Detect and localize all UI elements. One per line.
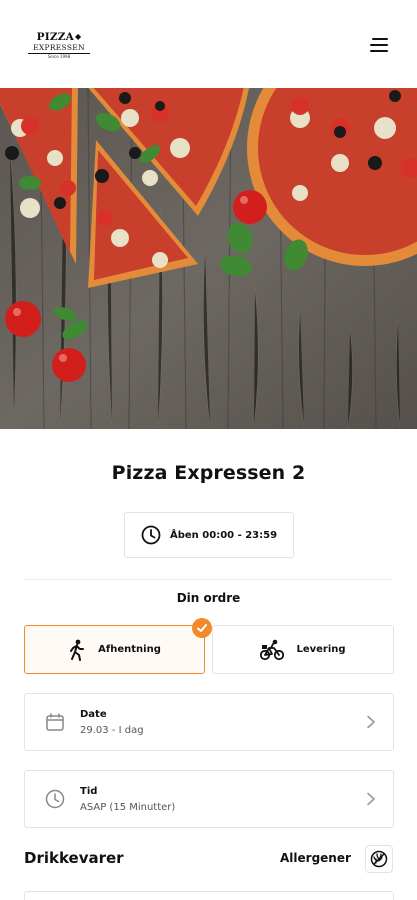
date-selector[interactable]: Date 29.03 - I dag — [24, 693, 394, 751]
hamburger-menu-icon[interactable] — [366, 37, 388, 53]
opening-hours-text: Åben 00:00 - 23:59 — [170, 529, 278, 541]
bicycle-courier-icon — [260, 639, 285, 660]
logo-wordmark-bottom: EXPRESSEN — [28, 43, 90, 54]
logo-wordmark-top: PIZZA — [36, 31, 74, 43]
hero-image — [0, 88, 417, 429]
allergens-button[interactable] — [365, 845, 393, 873]
time-value: ASAP (15 Minutter) — [80, 802, 176, 813]
pizza-photo — [0, 88, 417, 429]
drink-item-card[interactable] — [24, 891, 394, 900]
time-selector[interactable]: Tid ASAP (15 Minutter) — [24, 770, 394, 828]
store-name: Pizza Expressen 2 — [111, 462, 306, 484]
chevron-right-icon — [367, 792, 375, 806]
pickup-option[interactable]: Afhentning — [24, 625, 205, 674]
date-value: 29.03 - I dag — [80, 725, 144, 736]
date-title: Date — [80, 709, 107, 720]
opening-hours-badge: Åben 00:00 - 23:59 — [124, 512, 294, 558]
delivery-option[interactable]: Levering — [212, 625, 394, 674]
walking-person-icon — [70, 639, 85, 661]
calendar-icon — [46, 713, 64, 731]
time-title: Tid — [80, 786, 98, 797]
chevron-right-icon — [367, 715, 375, 729]
pickup-option-label: Afhentning — [98, 644, 161, 655]
logo-tagline: Since 1998 — [47, 54, 71, 59]
drinks-section-title: Drikkevarer — [24, 849, 124, 867]
allergens-link[interactable]: Allergener — [280, 851, 351, 865]
selected-check-icon — [192, 618, 212, 638]
order-section-title: Din ordre — [176, 591, 241, 605]
wheat-allergen-icon — [370, 850, 388, 868]
logo[interactable]: PIZZA◆ EXPRESSEN Since 1998 — [28, 31, 90, 60]
app-header: PIZZA◆ EXPRESSEN Since 1998 — [0, 0, 417, 88]
clock-icon — [45, 789, 65, 809]
divider — [24, 579, 393, 580]
clock-icon — [141, 525, 161, 545]
delivery-option-label: Levering — [296, 644, 346, 655]
